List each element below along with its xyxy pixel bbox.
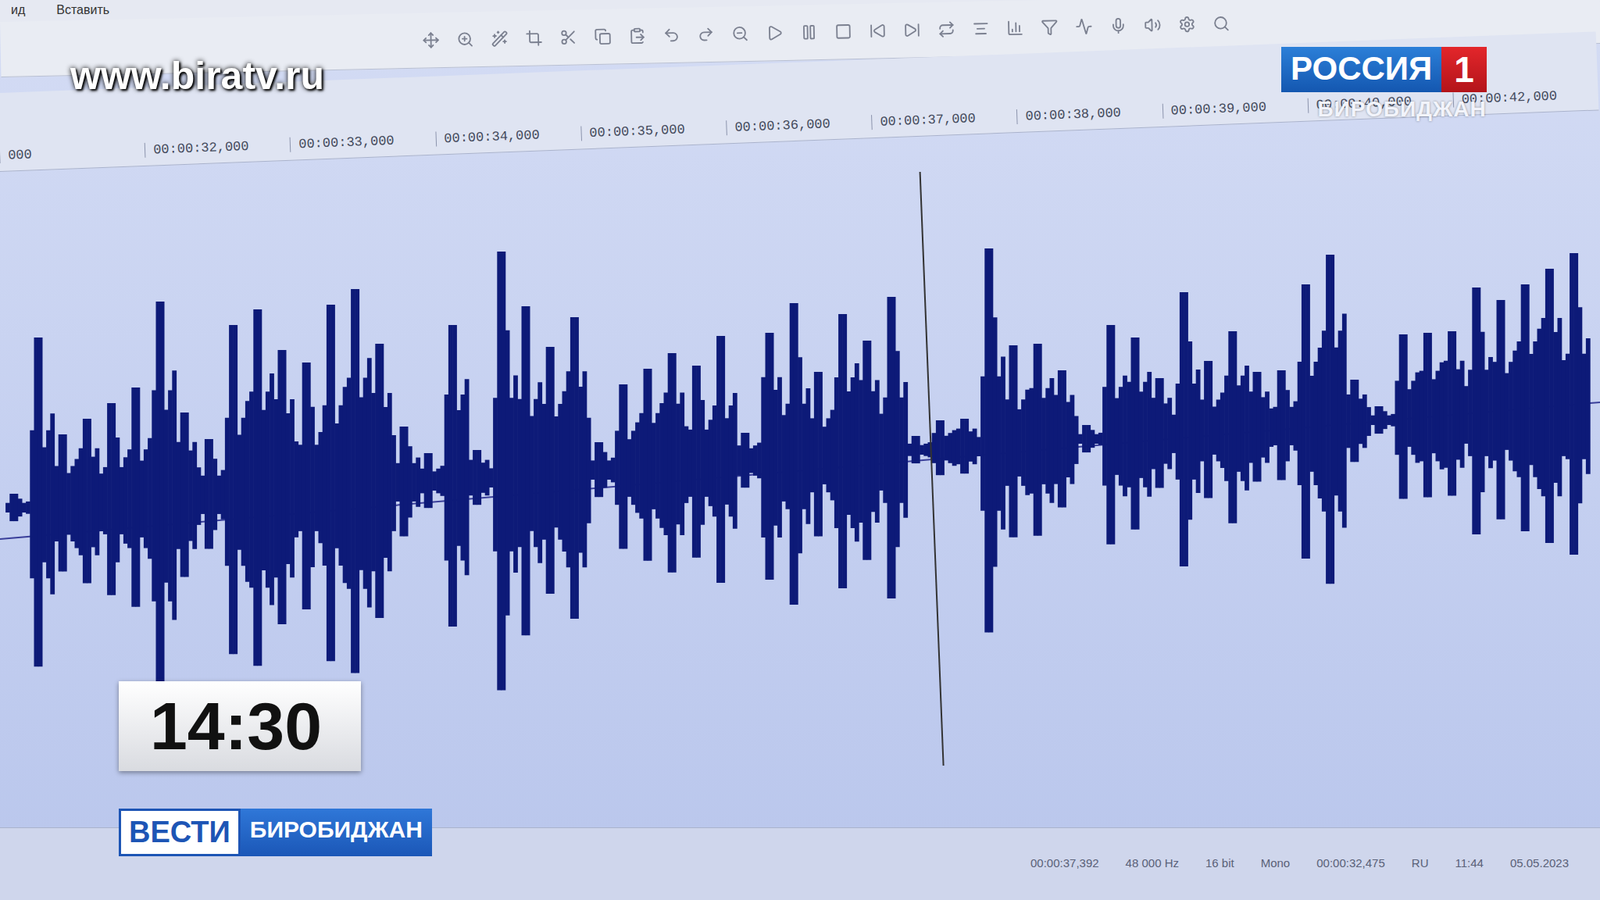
tool-icon[interactable]	[490, 29, 508, 47]
tool-icon[interactable]	[937, 20, 955, 38]
status-item: 48 000 Hz	[1125, 856, 1179, 870]
ruler-tick: 00:00:34,000	[435, 125, 582, 147]
status-item: 05.05.2023	[1510, 856, 1569, 870]
tool-icon[interactable]	[662, 26, 680, 44]
channel-name: РОССИЯ	[1281, 46, 1442, 93]
ruler-tick: 00:00:38,000	[1016, 103, 1163, 125]
ruler-tick: 00:00:32,000	[144, 137, 291, 158]
tool-icon[interactable]	[868, 21, 886, 40]
tool-icon[interactable]	[834, 22, 852, 40]
program-city: БИРОБИДЖАН	[240, 808, 433, 857]
ruler-tick: 00:00:36,000	[725, 114, 872, 136]
channel-number: 1	[1441, 46, 1487, 93]
tool-icon[interactable]	[421, 31, 440, 49]
status-item: 16 bit	[1205, 856, 1235, 870]
status-item: 00:00:32,475	[1316, 856, 1386, 870]
menu-item[interactable]: ид	[10, 3, 25, 19]
tool-icon[interactable]	[593, 28, 611, 46]
status-item: Mono	[1260, 856, 1291, 870]
status-item: 00:00:37,392	[1030, 856, 1100, 870]
tool-icon[interactable]	[1178, 15, 1196, 33]
ruler-tick: 00:00:33,000	[289, 132, 436, 153]
site-watermark: www.biratv.ru	[70, 53, 325, 99]
tool-icon[interactable]	[765, 24, 783, 42]
tool-icon[interactable]	[1109, 17, 1127, 35]
tool-icon[interactable]	[456, 30, 474, 48]
tool-icon[interactable]	[1143, 16, 1161, 34]
tool-icon[interactable]	[525, 28, 543, 47]
menu-item[interactable]: Вставить	[56, 3, 110, 19]
channel-city: БИРОБИДЖАН	[1317, 96, 1486, 122]
ruler-tick: 000	[0, 142, 146, 164]
channel-logo: РОССИЯ1 БИРОБИДЖАН	[1281, 46, 1487, 122]
ruler-tick: 00:00:35,000	[580, 120, 727, 141]
ruler-tick: 00:00:39,000	[1161, 98, 1308, 119]
tool-icon[interactable]	[903, 21, 921, 39]
tool-icon[interactable]	[731, 25, 749, 43]
status-item: 11:44	[1454, 856, 1483, 870]
tool-icon[interactable]	[1006, 19, 1024, 37]
playhead[interactable]	[920, 171, 944, 766]
lower-third: 14:30 ВЕСТИБИРОБИДЖАН	[118, 681, 433, 857]
waveform[interactable]	[0, 171, 1600, 766]
tool-icon[interactable]	[559, 28, 577, 47]
tool-icon[interactable]	[800, 23, 818, 41]
tool-icon[interactable]	[628, 27, 646, 45]
program-name: ВЕСТИ	[118, 808, 241, 857]
tool-icon[interactable]	[1075, 17, 1093, 36]
tool-icon[interactable]	[1040, 18, 1058, 36]
ruler-tick: 00:00:37,000	[871, 109, 1018, 130]
clock: 14:30	[118, 681, 361, 772]
program-badge: ВЕСТИБИРОБИДЖАН	[118, 808, 433, 857]
tool-icon[interactable]	[696, 25, 715, 43]
tool-icon[interactable]	[1212, 14, 1230, 33]
video-frame: идВставить00000:00:32,00000:00:33,00000:…	[0, 0, 1600, 900]
tool-icon[interactable]	[971, 19, 990, 37]
status-item: RU	[1411, 856, 1429, 870]
